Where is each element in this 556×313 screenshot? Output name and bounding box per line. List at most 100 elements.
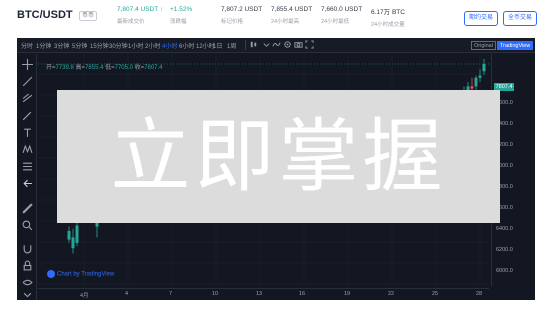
time-tick: 4月 bbox=[80, 293, 89, 299]
stat-24h-high: 7,855.4 USDT 24小时最高 bbox=[271, 6, 312, 25]
tradingview-logo-icon bbox=[47, 270, 55, 278]
candle bbox=[474, 75, 478, 91]
interval-item[interactable]: 1小时 bbox=[128, 41, 143, 50]
ohlc-legend: 开=7739.8 高=7855.4 低=7705.0 收=7807.4 bbox=[46, 62, 163, 71]
stat-label: 24小时成交量 bbox=[371, 22, 405, 28]
contract-trade-button[interactable]: 期约交易 bbox=[464, 11, 498, 26]
overlay-text: 立即掌握 bbox=[110, 110, 447, 203]
promo-overlay[interactable]: 立即掌握 bbox=[57, 90, 500, 223]
interval-item[interactable]: 3分钟 bbox=[54, 41, 69, 50]
stat-label: 标记价格 bbox=[221, 19, 244, 25]
prediction-tool-icon[interactable] bbox=[22, 161, 33, 172]
tradingview-watermark[interactable]: Chart by TradingView bbox=[47, 270, 114, 278]
stat-24h-low: 7,660.0 USDT 24小时最低 bbox=[321, 6, 362, 25]
candle-body bbox=[474, 77, 478, 87]
price-tick: 6400.0 bbox=[496, 226, 513, 232]
candle bbox=[67, 226, 71, 243]
time-tick: 10 bbox=[212, 291, 219, 297]
candle-body bbox=[478, 75, 482, 78]
text-tool-icon[interactable] bbox=[22, 127, 33, 138]
magnet-icon[interactable] bbox=[22, 243, 33, 254]
hide-drawings-icon[interactable] bbox=[22, 277, 33, 288]
candle-body bbox=[75, 225, 79, 243]
settings-gear-icon[interactable] bbox=[283, 40, 292, 49]
low-value: 7705.0 bbox=[114, 65, 133, 71]
toolbar-divider bbox=[245, 40, 246, 50]
pattern-tool-icon[interactable] bbox=[22, 144, 33, 155]
time-tick: 7 bbox=[169, 291, 173, 297]
stat-mark-price: 7,807.2 USDT 标记价格 bbox=[221, 6, 262, 25]
price-tick: 6000.0 bbox=[496, 268, 513, 274]
time-tick: 16 bbox=[299, 291, 306, 297]
stat-value: 7,660.0 USDT bbox=[321, 6, 363, 13]
indicators-icon[interactable] bbox=[272, 40, 281, 49]
stat-label: 涨跌幅 bbox=[170, 19, 187, 25]
candle bbox=[482, 58, 486, 76]
open-label: 开= bbox=[46, 65, 56, 71]
trend-line-icon[interactable] bbox=[22, 76, 33, 87]
candle bbox=[75, 221, 79, 247]
chevron-down-icon[interactable] bbox=[22, 290, 33, 301]
low-label: 低= bbox=[105, 65, 115, 71]
ruler-icon[interactable] bbox=[22, 203, 33, 214]
crosshair-icon[interactable] bbox=[22, 59, 33, 70]
stat-last-price: 7,807.4 USDT ↑ 最新成交价 bbox=[117, 6, 163, 25]
stat-value: 7,807.4 USDT ↑ bbox=[117, 6, 164, 13]
interval-item[interactable]: 6小时 bbox=[179, 41, 194, 50]
view-tradingview-button[interactable]: TradingView bbox=[497, 41, 534, 50]
price-tick: 6200.0 bbox=[496, 247, 513, 253]
drawing-tools-sidebar bbox=[17, 54, 37, 300]
time-tick: 28 bbox=[476, 291, 483, 297]
high-value: 7855.4 bbox=[85, 65, 104, 71]
fullscreen-icon[interactable] bbox=[305, 40, 314, 49]
interval-item[interactable]: 1周 bbox=[227, 41, 236, 50]
watermark-text: Chart by TradingView bbox=[57, 271, 115, 278]
open-value: 7739.8 bbox=[55, 65, 74, 71]
time-tick: 25 bbox=[432, 291, 439, 297]
lock-icon[interactable] bbox=[22, 260, 33, 271]
candle bbox=[478, 69, 482, 83]
candle-body bbox=[482, 63, 486, 72]
chart-type-dropdown-icon[interactable] bbox=[262, 40, 271, 49]
zoom-in-icon[interactable] bbox=[22, 220, 33, 231]
stat-value: 7,807.2 USDT bbox=[221, 6, 263, 13]
interval-item[interactable]: 2小时 bbox=[145, 41, 160, 50]
interval-item-selected[interactable]: 4小时 bbox=[162, 41, 177, 50]
stat-value: 6.17万 BTC bbox=[371, 9, 405, 16]
interval-item[interactable]: 5分钟 bbox=[72, 41, 87, 50]
stat-24h-volume: 6.17万 BTC 24小时成交量 bbox=[371, 6, 405, 28]
candle-body bbox=[67, 230, 71, 240]
fib-tool-icon[interactable] bbox=[22, 93, 33, 104]
screenshot-camera-icon[interactable] bbox=[294, 40, 303, 49]
candle-body bbox=[470, 86, 474, 89]
time-tick: 13 bbox=[256, 291, 263, 297]
candle-type-icon[interactable] bbox=[249, 40, 258, 49]
high-label: 高= bbox=[75, 65, 86, 71]
back-arrow-icon[interactable] bbox=[22, 178, 33, 189]
interval-item[interactable]: 1分钟 bbox=[36, 41, 51, 50]
pair-title: BTC/USDT bbox=[17, 9, 73, 21]
pair-type-badge: 币币 bbox=[79, 11, 98, 21]
time-axis[interactable]: 4月 4 7 10 13 16 19 22 25 28 bbox=[38, 288, 489, 300]
candle-body bbox=[71, 237, 75, 249]
spot-trade-button[interactable]: 全币交易 bbox=[503, 11, 537, 26]
interval-item[interactable]: 15分钟 bbox=[90, 41, 109, 50]
time-tick: 4 bbox=[125, 291, 129, 297]
time-tick: 19 bbox=[344, 291, 351, 297]
interval-item[interactable]: 12小时 bbox=[196, 41, 215, 50]
market-header: BTC/USDT 币币 7,807.4 USDT ↑ 最新成交价 +1.52% … bbox=[0, 0, 556, 38]
candle bbox=[71, 228, 75, 254]
chart-toolbar: 分时 1分钟 3分钟 5分钟 15分钟 30分钟 1小时 2小时 4小时 6小时… bbox=[17, 38, 535, 53]
interval-item[interactable]: 分时 bbox=[21, 41, 33, 50]
stat-label: 24小时最高 bbox=[271, 19, 300, 25]
interval-item[interactable]: 30分钟 bbox=[109, 41, 128, 50]
close-value: 7807.4 bbox=[144, 65, 163, 71]
interval-item[interactable]: 1日 bbox=[213, 41, 222, 50]
brush-icon[interactable] bbox=[22, 110, 33, 121]
time-tick: 22 bbox=[388, 291, 395, 297]
stat-value: 7,855.4 USDT bbox=[271, 6, 313, 13]
close-label: 收= bbox=[134, 65, 145, 71]
stat-label: 最新成交价 bbox=[117, 19, 145, 25]
stat-value: +1.52% bbox=[170, 6, 193, 13]
view-original-button[interactable]: Original bbox=[471, 41, 496, 50]
